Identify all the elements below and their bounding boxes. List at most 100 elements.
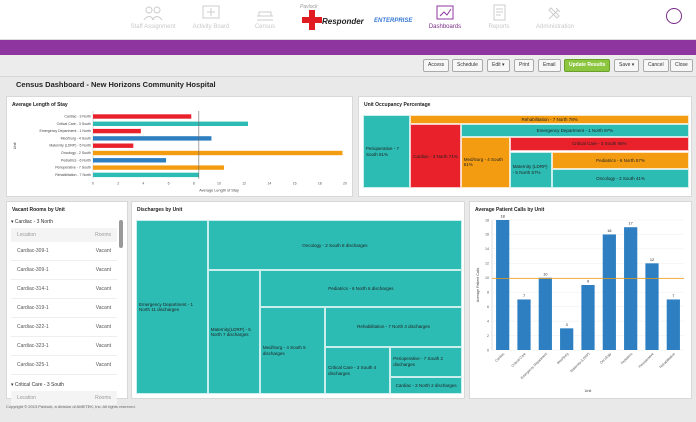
email-button[interactable]: Email (538, 59, 561, 72)
save-button[interactable]: Save ▾ (614, 59, 640, 72)
row-status: Vacant (95, 324, 111, 330)
y-tick-label: Oncology - 2 South (61, 151, 91, 155)
page-title: Census Dashboard - New Horizons Communit… (16, 80, 216, 89)
close-button[interactable]: Close (670, 59, 693, 72)
y-tick-label: 14 (485, 247, 489, 251)
col-location: Location (17, 395, 36, 401)
treemap-label: Oncology - 2 South 8 discharges (302, 242, 368, 248)
data-label: 16 (607, 229, 611, 233)
treemap-label: Critical Care - 3 South 66% (572, 141, 627, 147)
treemap-cell[interactable]: Cardiac - 3 North 2 discharges (390, 376, 462, 394)
group-label: Cardiac - 3 North (14, 219, 53, 225)
update-results-button[interactable]: Update Results (564, 59, 611, 72)
row-status: Vacant (95, 267, 111, 273)
data-label: 3 (566, 323, 568, 327)
alos-bar (93, 128, 141, 134)
table-row[interactable]: Cardiac-322-1 Vacant (11, 318, 117, 337)
treemap-cell[interactable]: Perioperative - 7 South 2 discharges (390, 347, 462, 377)
nav-label: Reports (488, 24, 510, 30)
nav-administration[interactable]: Administration (520, 4, 590, 30)
row-location: Cardiac-319-1 (17, 305, 49, 311)
table-row[interactable]: Cardiac-309-1 Vacant (11, 261, 117, 280)
treemap-cell[interactable]: Med/Surg - 4 South 61% (460, 136, 510, 188)
treemap-label: Pediatrics - 6 North 6 discharges (328, 286, 394, 292)
treemap-cell[interactable]: Perioperative - 7 South 81% (363, 115, 411, 188)
treemap-cell[interactable]: Rehabilitation - 7 North 78% (410, 115, 689, 125)
access-button[interactable]: Access (423, 59, 450, 72)
vacant-rooms-list: ▾ Cardiac - 3 North Location Rooms Cardia… (11, 216, 117, 405)
y-tick-label: 0 (487, 348, 489, 352)
treemap-label: Cardiac - 3 North 2 discharges (395, 382, 457, 388)
x-tick-label: 12 (242, 182, 246, 186)
table-row[interactable]: Cardiac-325-1 Vacant (11, 356, 117, 375)
x-tick-label: Perioperative (638, 352, 655, 369)
col-rooms: Rooms (95, 232, 111, 238)
print-button[interactable]: Print (514, 59, 535, 72)
nav-label: Census (254, 24, 276, 30)
table-row[interactable]: Cardiac-309-1 Vacant (11, 242, 117, 261)
data-label: 9 (587, 280, 589, 284)
x-tick-label: 2 (117, 182, 119, 186)
treemap-cell[interactable]: Critical Care - 3 South 66% (509, 136, 689, 152)
treemap-cell[interactable]: Emergency Department - 1 North 11 discha… (136, 220, 208, 394)
data-label: 12 (650, 258, 654, 262)
alos-bar (93, 143, 134, 148)
discharges-treemap: Emergency Department - 1 North 11 discha… (136, 220, 462, 394)
group-critical-care[interactable]: ▾ Critical Care - 3 South (11, 379, 117, 391)
treemap-cell[interactable]: Critical Care - 3 South 4 discharges (325, 347, 391, 394)
board-icon (202, 5, 220, 19)
x-tick-label: 14 (267, 182, 271, 186)
treemap-cell[interactable]: Pediatrics - 6 North 6 discharges (259, 270, 462, 307)
row-status: Vacant (95, 305, 111, 311)
y-axis-label: Unit (13, 142, 17, 150)
treemap-cell[interactable]: Rehabilitation - 7 North 3 discharges (325, 307, 462, 348)
row-location: Cardiac-323-1 (17, 343, 49, 349)
y-tick-label: Perioperative - 7 South (55, 166, 91, 170)
x-tick-label: 20 (343, 182, 347, 186)
table-row[interactable]: Cardiac-314-1 Vacant (11, 280, 117, 299)
x-tick-label: 6 (168, 182, 170, 186)
y-axis-label: Average Patient Calls (476, 268, 480, 303)
treemap-cell[interactable]: Maternity (LDRP) - 5 North 57% (509, 151, 553, 188)
treemap-label: Oncology - 2 South 41% (596, 175, 645, 181)
y-tick-label: 16 (485, 233, 489, 237)
x-tick-label: 18 (318, 182, 322, 186)
schedule-button[interactable]: Schedule (452, 59, 483, 72)
treemap-cell[interactable]: Cardiac - 3 North 71% (410, 124, 461, 188)
nav-census[interactable]: Census (230, 4, 300, 30)
occupancy-panel: Unit Occupancy Percentage Perioperative … (358, 96, 692, 197)
row-location: Cardiac-325-1 (17, 362, 49, 368)
treemap-cell[interactable]: Maternity(LDRP) - 5 North 7 discharges (207, 270, 260, 394)
vacant-title: Vacant Rooms by Unit (12, 207, 65, 213)
calls-bar (666, 299, 680, 350)
edit-button[interactable]: Edit ▾ (487, 59, 510, 72)
table-header: Location Rooms (11, 391, 117, 405)
x-tick-label: 16 (293, 182, 297, 186)
user-profile-icon[interactable] (666, 8, 682, 24)
treemap-label: Rehabilitation - 7 North 3 discharges (357, 324, 430, 330)
row-status: Vacant (95, 362, 111, 368)
calls-chart: 0 2 4 6 8 10 12 14 16 18 18 Cardiac 7 Critical Care 10… (476, 215, 684, 393)
occupancy-treemap: Perioperative - 7 South 81% Cardiac - 3 N… (363, 115, 689, 188)
list-scrollbar[interactable] (119, 220, 123, 248)
table-header: Location Rooms (11, 228, 117, 242)
alos-panel: Average Length of Stay Cardiac - 3 North… (6, 96, 353, 197)
alos-chart: Cardiac - 3 North Critical Care - 3 South… (13, 111, 347, 193)
calls-panel: Average Patient Calls by Unit 0 2 4 6 8 10 12 1… (469, 201, 692, 399)
treemap-cell[interactable]: Pediatrics - 6 North 57% (552, 151, 689, 170)
treemap-cell[interactable]: Oncology - 2 South 41% (552, 169, 689, 188)
dashboard-icon (436, 5, 454, 20)
discharges-panel: Discharges by Unit Emergency Department … (131, 201, 465, 399)
reports-icon (493, 4, 506, 21)
y-tick-label: Rehabilitation - 7 North (55, 173, 91, 177)
treemap-cell[interactable]: Emergency Department - 1 North 97% (460, 124, 689, 137)
table-row[interactable]: Cardiac-323-1 Vacant (11, 337, 117, 356)
x-tick-label: Pediatrics (620, 352, 634, 366)
treemap-label: Maternity (LDRP) - 5 North 57% (512, 164, 548, 175)
group-cardiac[interactable]: ▾ Cardiac - 3 North (11, 216, 117, 228)
table-row[interactable]: Cardiac-319-1 Vacant (11, 299, 117, 318)
treemap-cell[interactable]: Oncology - 2 South 8 discharges (207, 220, 462, 271)
treemap-cell[interactable]: Med/Surg - 4 South 5 discharges (259, 307, 326, 394)
x-tick-label: 0 (92, 182, 94, 186)
cancel-button[interactable]: Cancel (643, 59, 669, 72)
